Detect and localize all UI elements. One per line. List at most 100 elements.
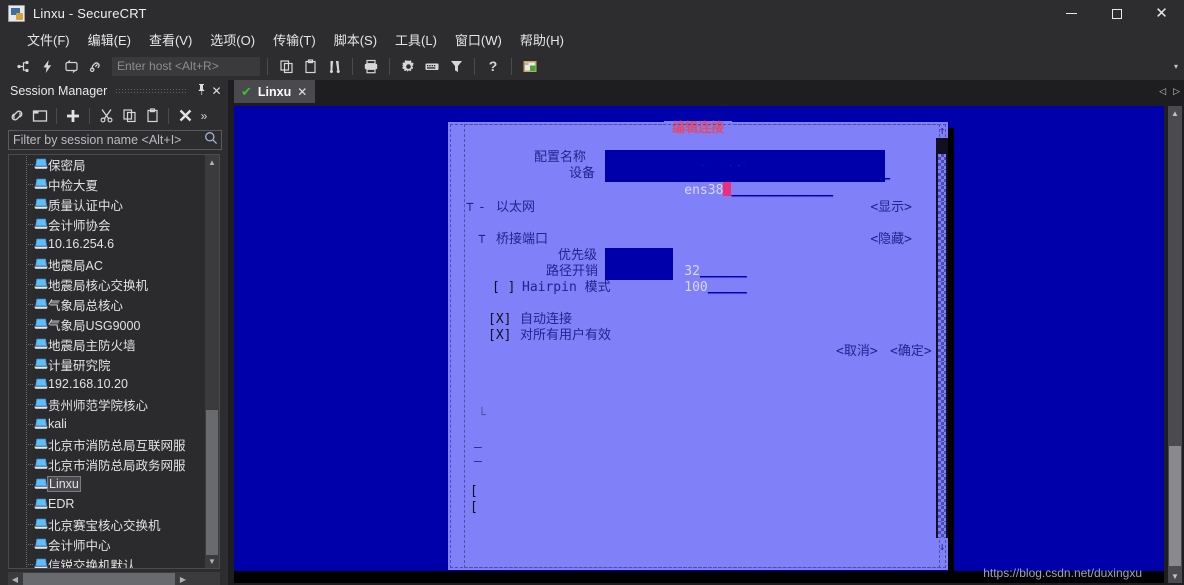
minimize-button[interactable] (1049, 0, 1094, 27)
session-item-20[interactable]: 信锐交换机默认 (9, 554, 205, 568)
menu-transfer[interactable]: 传输(T) (264, 27, 325, 52)
path-cost-field[interactable]: 100_____ (605, 264, 747, 295)
hscrollbar-thumb[interactable] (23, 573, 175, 585)
session-item-9[interactable]: 地震局主防火墙 (9, 334, 205, 354)
dialog-scroll-up-icon[interactable]: ↑ (936, 122, 948, 138)
tab-next-icon[interactable]: ▷ (1173, 86, 1180, 97)
menu-file[interactable]: 文件(F) (18, 27, 79, 52)
menu-script[interactable]: 脚本(S) (325, 27, 386, 52)
session-tree-scrollbar[interactable]: ▲ ▼ (205, 155, 219, 568)
session-item-7[interactable]: 气象局总核心 (9, 294, 205, 314)
print-icon[interactable] (360, 55, 382, 77)
session-toolbar-overflow[interactable]: » (197, 105, 211, 127)
show-button[interactable]: <显示> (870, 200, 912, 216)
dialog-scrollbar-thumb[interactable] (936, 138, 948, 154)
delete-session-icon[interactable] (174, 105, 196, 127)
scrollbar-thumb[interactable] (206, 410, 218, 555)
tree-guide (26, 484, 34, 485)
session-item-11[interactable]: 192.168.10.20 (9, 374, 205, 394)
all-users-checkbox[interactable]: [X] (488, 328, 511, 344)
terminal-scroll-up-icon[interactable]: ▲ (1168, 106, 1182, 120)
session-item-1[interactable]: 中检大夏 (9, 174, 205, 194)
session-item-0[interactable]: 保密局 (9, 155, 205, 174)
session-item-15[interactable]: 北京市消防总局政务网服 (9, 454, 205, 474)
scroll-down-icon[interactable]: ▼ (205, 554, 219, 568)
session-filter-input[interactable]: Filter by session name <Alt+I> (8, 130, 222, 150)
terminal-scrollbar-thumb[interactable] (1169, 446, 1181, 566)
connect-icon[interactable] (12, 55, 34, 77)
hscroll-left-icon[interactable]: ◀ (8, 575, 22, 584)
session-item-16[interactable]: Linxu (9, 474, 205, 494)
session-item-12[interactable]: 贵州师范学院核心 (9, 394, 205, 414)
hide-button[interactable]: <隐藏> (870, 232, 912, 248)
device-field[interactable]: ens38 _____________ (605, 166, 885, 198)
connect-in-tab-icon[interactable] (29, 105, 51, 127)
session-item-18[interactable]: 北京赛宝核心交换机 (9, 514, 205, 534)
session-item-6[interactable]: 地震局核心交换机 (9, 274, 205, 294)
session-item-8[interactable]: 气象局USG9000 (9, 314, 205, 334)
dialog-scroll-down-icon[interactable]: ↓ (936, 538, 948, 554)
menu-options[interactable]: 选项(O) (201, 27, 264, 52)
menu-window[interactable]: 窗口(W) (446, 27, 511, 52)
reconnect-icon[interactable] (60, 55, 82, 77)
session-item-4[interactable]: 10.16.254.6 (9, 234, 205, 254)
priority-field[interactable]: 32______ (605, 248, 747, 279)
tab-prev-icon[interactable]: ◁ (1159, 86, 1166, 97)
session-item-5[interactable]: 地震局AC (9, 254, 205, 274)
session-item-label: 地震局主防火墙 (48, 338, 136, 353)
session-options-icon[interactable] (519, 55, 541, 77)
session-item-10[interactable]: 计量研究院 (9, 354, 205, 374)
ok-button[interactable]: <确定> (890, 344, 932, 360)
session-item-17[interactable]: EDR (9, 494, 205, 514)
quick-connect-icon[interactable] (36, 55, 58, 77)
session-tree[interactable]: 保密局 中检大夏 质量认证中心 会计师协会 10.16.254.6 地震局AC 地震局核心交… (8, 154, 220, 569)
find-icon[interactable] (323, 55, 345, 77)
device-value: ens38 (684, 183, 724, 198)
copy-icon[interactable] (275, 55, 297, 77)
cut-icon[interactable] (95, 105, 117, 127)
paste-session-icon[interactable] (141, 105, 163, 127)
filter-icon[interactable] (445, 55, 467, 77)
panel-close-icon[interactable]: ✕ (209, 84, 224, 98)
menu-view[interactable]: 查看(V) (140, 27, 201, 52)
tab-close-icon[interactable]: ✕ (297, 85, 307, 99)
session-item-2[interactable]: 质量认证中心 (9, 194, 205, 214)
toolbar-separator-4 (474, 57, 475, 75)
tab-linxu[interactable]: ✔ Linxu ✕ (234, 80, 316, 103)
connect-session-icon[interactable] (6, 105, 28, 127)
session-item-3[interactable]: 会计师协会 (9, 214, 205, 234)
cancel-button[interactable]: <取消> (836, 344, 878, 360)
menu-help[interactable]: 帮助(H) (511, 27, 573, 52)
autoconnect-checkbox[interactable]: [X] (488, 312, 511, 328)
session-item-14[interactable]: 北京市消防总局互联网服 (9, 434, 205, 454)
dialog-inner-scrollbar[interactable]: ↑ ↓ (936, 122, 948, 570)
copy-session-icon[interactable] (118, 105, 140, 127)
connection-name-field[interactable]: 以太网连接 2_______________ (605, 150, 890, 181)
session-tree-hscrollbar[interactable]: ◀ ▶ (8, 572, 220, 585)
gear-icon[interactable] (397, 55, 419, 77)
hscroll-right-icon[interactable]: ▶ (176, 575, 190, 584)
session-item-19[interactable]: 会计师中心 (9, 534, 205, 554)
host-input[interactable]: Enter host <Alt+R> (112, 56, 260, 76)
menu-edit[interactable]: 编辑(E) (79, 27, 140, 52)
scroll-up-icon[interactable]: ▲ (205, 155, 219, 169)
help-icon[interactable]: ? (482, 55, 504, 77)
paste-icon[interactable] (299, 55, 321, 77)
close-button[interactable]: ✕ (1139, 0, 1184, 27)
terminal-screen[interactable]: 编辑连接 配置名称 以太网连接 2_______________ 设备 ens3… (234, 106, 1164, 583)
maximize-button[interactable] (1094, 0, 1139, 27)
session-computer-icon (34, 258, 48, 270)
new-session-icon[interactable] (62, 105, 84, 127)
pin-icon[interactable] (194, 83, 209, 99)
drag-handle[interactable] (115, 87, 186, 95)
hairpin-mode-checkbox[interactable]: [ ] (492, 280, 515, 296)
terminal-scroll-down-icon[interactable]: ▼ (1168, 569, 1182, 583)
terminal-scrollbar[interactable]: ▲ ▼ (1168, 106, 1182, 583)
session-item-13[interactable]: kali (9, 414, 205, 434)
disconnect-icon[interactable] (84, 55, 106, 77)
keymap-icon[interactable] (421, 55, 443, 77)
menu-tools[interactable]: 工具(L) (386, 27, 446, 52)
toolbar-overflow-button[interactable]: ▾ (1174, 52, 1178, 80)
session-computer-icon (34, 218, 48, 230)
priority-label: 优先级 (558, 248, 598, 263)
